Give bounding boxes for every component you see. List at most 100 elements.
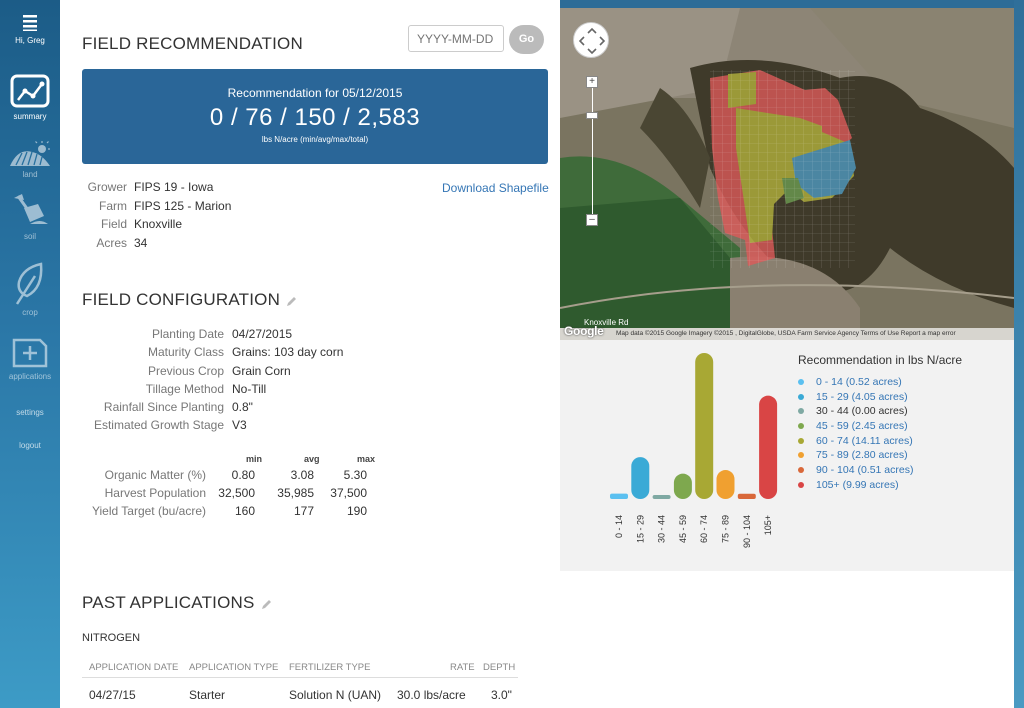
config-label: Estimated Growth Stage bbox=[93, 418, 224, 433]
bar-4[interactable] bbox=[695, 353, 714, 499]
application-date: 04/27/15 bbox=[89, 688, 136, 702]
field-label: Field bbox=[100, 217, 127, 231]
x-tick-label-4: 60 - 74 bbox=[699, 515, 709, 543]
stats-max: 37,500 bbox=[330, 486, 367, 500]
field-map[interactable]: Knoxville Rd + – Map data ©2015 Google I… bbox=[560, 8, 1014, 340]
x-tick-label-5: 75 - 89 bbox=[721, 515, 731, 543]
stats-max: 190 bbox=[346, 504, 367, 518]
menu-icon[interactable] bbox=[22, 14, 38, 32]
legend-swatch-2 bbox=[798, 408, 804, 415]
config-value: 0.8" bbox=[232, 400, 253, 415]
download-shapefile-link[interactable]: Download Shapefile bbox=[442, 181, 549, 195]
col-application-date[interactable]: APPLICATION DATE bbox=[89, 662, 178, 673]
applications-table: APPLICATION DATE APPLICATION TYPE FERTIL… bbox=[82, 658, 518, 708]
page-title: FIELD RECOMMENDATION bbox=[82, 34, 303, 53]
stats-label: Organic Matter (%) bbox=[104, 468, 206, 482]
field-value: Knoxville bbox=[134, 217, 183, 231]
legend-swatch-5 bbox=[798, 452, 804, 459]
map-pan-control[interactable] bbox=[573, 22, 609, 58]
stats-max: 5.30 bbox=[343, 468, 367, 482]
nav-soil[interactable]: soil bbox=[0, 194, 60, 241]
x-tick-label-7: 105+ bbox=[763, 515, 773, 535]
nav-land[interactable]: land bbox=[0, 140, 60, 179]
date-input[interactable] bbox=[408, 25, 504, 52]
legend-swatch-3 bbox=[798, 423, 804, 430]
farm-label: Farm bbox=[99, 198, 127, 213]
col-rate[interactable]: RATE bbox=[450, 662, 475, 673]
legend-swatch-4 bbox=[798, 437, 804, 444]
legend-label-6: 90 - 104 (0.51 acres) bbox=[816, 464, 914, 477]
add-application-icon bbox=[12, 338, 48, 368]
nitrogen-subtitle: NITROGEN bbox=[82, 632, 141, 644]
stats-avg: 3.08 bbox=[290, 468, 314, 482]
edit-configuration-icon[interactable] bbox=[286, 295, 298, 307]
col-depth[interactable]: DEPTH bbox=[483, 662, 515, 673]
field-configuration-title-text: FIELD CONFIGURATION bbox=[82, 290, 281, 309]
farm-value: FIPS 125 - Marion bbox=[134, 198, 232, 213]
gutter bbox=[60, 0, 70, 708]
user-greeting: Hi, Greg bbox=[15, 36, 45, 45]
nav-logout[interactable]: logout bbox=[0, 441, 60, 450]
nav-summary[interactable]: summary bbox=[0, 74, 60, 121]
edit-applications-icon[interactable] bbox=[261, 598, 273, 610]
config-value: V3 bbox=[232, 418, 247, 433]
config-value: No-Till bbox=[232, 381, 267, 396]
legend-label-3: 45 - 59 (2.45 acres) bbox=[816, 420, 908, 433]
nav-applications[interactable]: applications bbox=[0, 336, 60, 381]
land-icon bbox=[10, 141, 50, 166]
recommendation-chart: 0 - 14 15 - 29 30 - 44 45 - 59 60 - 74 75 - 8… bbox=[560, 340, 1014, 571]
stats-label: Yield Target (bu/acre) bbox=[91, 504, 206, 518]
past-applications-title-text: PAST APPLICATIONS bbox=[82, 593, 255, 612]
histogram-svg: 0 - 14 15 - 29 30 - 44 45 - 59 60 - 74 75 - 8… bbox=[610, 353, 778, 548]
x-tick-label-6: 90 - 104 bbox=[742, 515, 752, 548]
fertilizer-type: Solution N (UAN) bbox=[289, 688, 382, 702]
nav-settings[interactable]: settings bbox=[0, 408, 60, 417]
stats-min: 160 bbox=[234, 504, 255, 518]
zoom-out-button[interactable]: – bbox=[586, 214, 598, 226]
col-application-type[interactable]: APPLICATION TYPE bbox=[189, 662, 278, 673]
bar-3[interactable] bbox=[673, 473, 692, 499]
bar-1[interactable] bbox=[631, 457, 650, 499]
zoom-slider-handle[interactable] bbox=[586, 112, 598, 119]
soil-icon bbox=[14, 194, 48, 224]
google-logo: Google bbox=[564, 324, 604, 338]
stats-avg: 177 bbox=[293, 504, 314, 518]
bar-7[interactable] bbox=[759, 395, 778, 499]
application-rate: 30.0 lbs/acre bbox=[397, 688, 466, 702]
nav-crop[interactable]: crop bbox=[0, 262, 60, 317]
grower-label: Grower bbox=[87, 180, 127, 194]
stats-row: Harvest Population 32,500 35,985 37,500 bbox=[82, 486, 382, 504]
nav-applications-label: applications bbox=[8, 372, 52, 381]
stats-min: 32,500 bbox=[218, 486, 255, 500]
summary-icon bbox=[10, 74, 50, 108]
legend-label-0: 0 - 14 (0.52 acres) bbox=[816, 376, 902, 388]
legend-swatch-6 bbox=[798, 467, 804, 474]
pan-arrows-icon bbox=[578, 27, 606, 55]
config-label: Maturity Class bbox=[147, 345, 224, 360]
legend-label-1: 15 - 29 (4.05 acres) bbox=[816, 390, 908, 403]
recommendation-values: 0 / 76 / 150 / 2,583 bbox=[209, 104, 421, 131]
config-label: Rainfall Since Planting bbox=[103, 400, 224, 415]
col-fertilizer-type[interactable]: FERTILIZER TYPE bbox=[289, 662, 370, 673]
x-tick-label-0: 0 - 14 bbox=[614, 515, 624, 538]
bar-0[interactable] bbox=[610, 493, 628, 499]
legend-label-5: 75 - 89 (2.80 acres) bbox=[816, 449, 908, 462]
zoom-in-button[interactable]: + bbox=[586, 76, 598, 88]
bar-2[interactable] bbox=[652, 495, 671, 499]
bar-5[interactable] bbox=[716, 470, 735, 499]
bar-6[interactable] bbox=[737, 493, 756, 499]
acres-label: Acres bbox=[96, 235, 127, 250]
grower-value: FIPS 19 - Iowa bbox=[134, 180, 214, 194]
config-label: Previous Crop bbox=[147, 363, 224, 378]
nav-land-label: land bbox=[22, 170, 38, 179]
go-button[interactable]: Go bbox=[509, 25, 544, 54]
past-applications-title: PAST APPLICATIONS bbox=[82, 593, 273, 613]
nav-summary-label: summary bbox=[13, 112, 47, 121]
config-value: Grain Corn bbox=[232, 363, 291, 378]
stats-label: Harvest Population bbox=[104, 486, 206, 500]
table-row[interactable]: 04/27/15 Starter Solution N (UAN) 30.0 l… bbox=[82, 678, 518, 708]
legend-swatch-0 bbox=[798, 379, 804, 385]
recommendation-date: Recommendation for 05/12/2015 bbox=[227, 86, 403, 100]
user-menu[interactable]: Hi, Greg bbox=[0, 14, 60, 45]
stats-header-min: min bbox=[246, 454, 263, 464]
